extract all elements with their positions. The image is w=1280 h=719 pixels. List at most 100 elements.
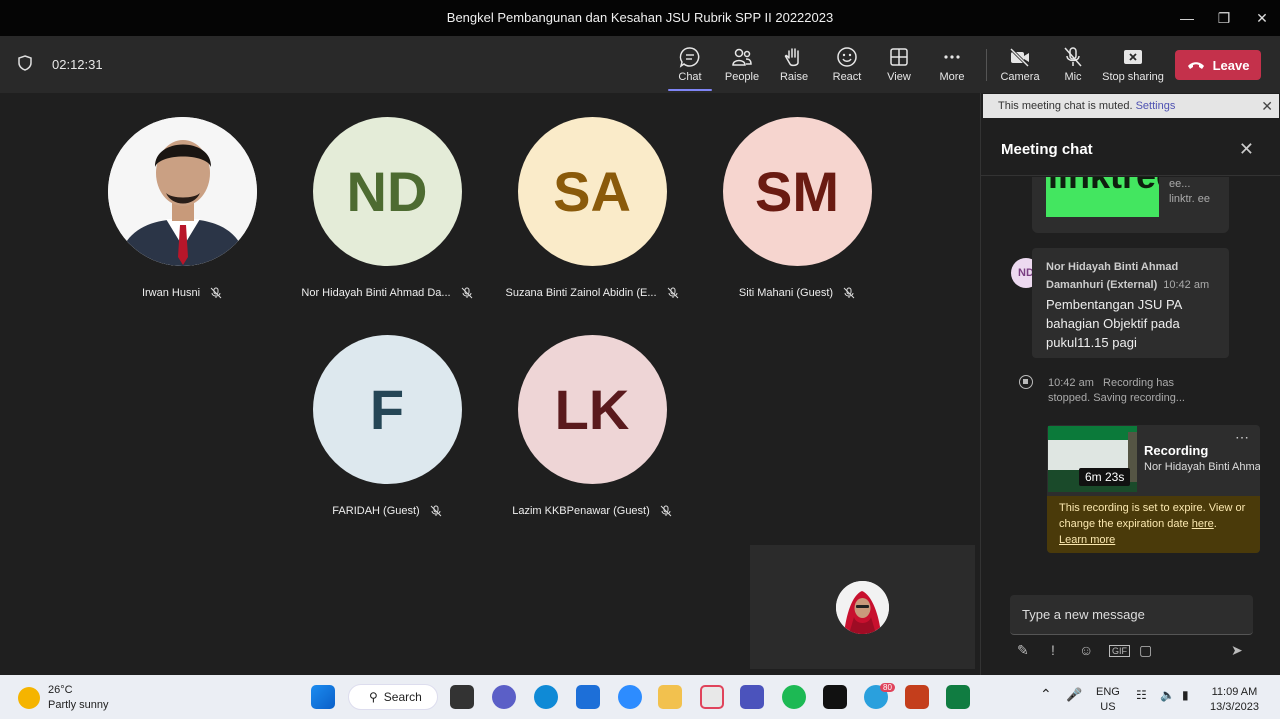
stop-sharing-button[interactable]: Stop sharing — [1100, 36, 1166, 93]
here-link[interactable]: here — [1192, 518, 1214, 530]
camera-button[interactable]: Camera — [994, 36, 1046, 93]
view-label: View — [887, 71, 911, 83]
close-window-button[interactable]: ✕ — [1247, 6, 1277, 30]
recording-title: Recording — [1144, 443, 1209, 458]
participant-name: Irwan Husni — [141, 287, 201, 299]
grid-icon — [890, 48, 908, 66]
speaker-icon[interactable]: 🔈 — [1160, 688, 1175, 703]
person-photo-icon — [836, 581, 889, 634]
mic-button[interactable]: Mic — [1047, 36, 1099, 93]
participant-tile[interactable]: LK Lazim KKBPenawar (Guest) — [492, 335, 692, 517]
participant-photo — [107, 117, 257, 266]
react-button[interactable]: React — [821, 36, 873, 93]
excel-icon[interactable] — [946, 685, 970, 709]
divider — [981, 175, 1280, 176]
battery-icon[interactable]: ▮ — [1182, 688, 1189, 703]
close-chat-icon[interactable]: ✕ — [1239, 139, 1254, 160]
emoji-icon[interactable]: ☺ — [1079, 642, 1093, 658]
weather-widget[interactable]: 26°C Partly sunny — [18, 683, 109, 713]
file-explorer-icon[interactable] — [658, 685, 682, 709]
message-time: 10:42 am — [1163, 279, 1210, 291]
teams-icon[interactable] — [740, 685, 764, 709]
mic-muted-icon[interactable]: 🎤 — [1066, 687, 1082, 702]
weather-desc: Partly sunny — [48, 699, 109, 711]
weather-temp: 26°C — [48, 684, 73, 696]
learn-more-link[interactable]: Learn more — [1059, 534, 1115, 546]
send-icon[interactable]: ➤ — [1231, 642, 1243, 659]
search-label: Search — [383, 690, 422, 704]
teams-chat-icon[interactable] — [492, 685, 516, 709]
message-input[interactable]: Type a new message — [1010, 595, 1253, 635]
self-view[interactable] — [750, 545, 975, 669]
chat-header: Meeting chat — [1001, 141, 1093, 158]
participant-tile[interactable]: ND Nor Hidayah Binti Ahmad Da... — [287, 117, 487, 299]
sticker-icon[interactable]: ▢ — [1139, 642, 1152, 659]
participant-tile[interactable]: F FARIDAH (Guest) — [287, 335, 487, 517]
participant-name: Lazim KKBPenawar (Guest) — [512, 505, 650, 517]
keyboard-layout: US — [1100, 701, 1116, 713]
format-icon[interactable]: ✎ — [1017, 642, 1029, 659]
chat-button[interactable]: Chat — [664, 36, 716, 93]
edge-icon[interactable] — [534, 685, 558, 709]
chat-label: Chat — [678, 71, 702, 83]
participant-name: Nor Hidayah Binti Ahmad Da... — [301, 287, 451, 299]
zoom-icon[interactable] — [618, 685, 642, 709]
settings-link[interactable]: Settings — [1136, 100, 1176, 112]
phone-hangup-icon — [1187, 62, 1204, 69]
people-label: People — [724, 71, 760, 83]
link-preview-text: ee... linktr. ee — [1169, 178, 1210, 205]
participant-tile[interactable]: Irwan Husni — [82, 117, 282, 299]
store-icon[interactable] — [576, 685, 600, 709]
wifi-icon[interactable]: ☷ — [1136, 688, 1147, 703]
search-icon: ⚲ — [369, 690, 378, 704]
language-code: ENG — [1096, 686, 1120, 698]
partly-sunny-icon — [18, 687, 40, 709]
participant-name-row: FARIDAH (Guest) — [287, 505, 487, 517]
participant-name: Siti Mahani (Guest) — [738, 287, 834, 299]
participant-name-row: Irwan Husni — [82, 287, 282, 299]
clock[interactable]: 11:09 AM 13/3/2023 — [1210, 685, 1259, 715]
dismiss-banner-icon[interactable]: ✕ — [1261, 98, 1273, 115]
raise-label: Raise — [779, 71, 809, 83]
chevron-up-icon[interactable]: ⌃ — [1040, 687, 1052, 702]
muted-banner: This meeting chat is muted. Settings ✕ — [983, 94, 1279, 118]
link-preview-image-text: linktree — [1048, 177, 1159, 197]
leave-button[interactable]: Leave — [1175, 50, 1261, 80]
language-indicator[interactable]: ENG US — [1096, 685, 1120, 715]
link-preview-card[interactable]: linktree ee... linktr. ee — [1032, 177, 1229, 233]
more-button[interactable]: More — [926, 36, 978, 93]
task-view-icon[interactable] — [450, 685, 474, 709]
maximize-button[interactable]: ❐ — [1209, 6, 1239, 30]
mic-muted-icon — [210, 287, 222, 299]
participant-tile[interactable]: SM Siti Mahani (Guest) — [697, 117, 897, 299]
more-label: More — [939, 71, 965, 83]
priority-icon[interactable]: ! — [1051, 642, 1055, 658]
powerpoint-icon[interactable] — [905, 685, 929, 709]
chat-icon — [679, 47, 700, 68]
minimize-button[interactable]: — — [1172, 6, 1202, 30]
title-bar: Bengkel Pembangunan dan Kesahan JSU Rubr… — [0, 0, 1280, 36]
snipping-tool-icon[interactable] — [700, 685, 724, 709]
participant-name-row: Siti Mahani (Guest) — [697, 287, 897, 299]
spotify-icon[interactable] — [782, 685, 806, 709]
camera-label: Camera — [1000, 71, 1040, 83]
chat-panel: This meeting chat is muted. Settings ✕ M… — [980, 93, 1280, 675]
participant-tile[interactable]: SA Suzana Binti Zainol Abidin (E... — [492, 117, 692, 299]
chat-message[interactable]: Nor Hidayah Binti Ahmad Damanhuri (Exter… — [1032, 248, 1229, 358]
people-button[interactable]: People — [716, 36, 768, 93]
participant-name-row: Lazim KKBPenawar (Guest) — [492, 505, 692, 517]
message-body: Pembentangan JSU PA bahagian Objektif pa… — [1046, 297, 1182, 350]
raise-hand-button[interactable]: Raise — [768, 36, 820, 93]
webex-icon[interactable] — [823, 685, 847, 709]
more-options-icon[interactable]: ⋯ — [1235, 429, 1250, 446]
participant-avatar: SA — [517, 117, 667, 266]
search-box[interactable]: ⚲ Search — [348, 684, 438, 710]
view-button[interactable]: View — [873, 36, 925, 93]
muted-notice: This meeting chat is muted. — [998, 100, 1133, 112]
gif-icon[interactable]: GIF — [1109, 645, 1130, 657]
start-icon[interactable] — [311, 685, 335, 709]
participant-avatar: SM — [722, 117, 872, 266]
mic-label: Mic — [1064, 71, 1082, 83]
recording-card[interactable]: 6m 23s Recording Nor Hidayah Binti Ahma.… — [1047, 425, 1260, 553]
participant-name-row: Nor Hidayah Binti Ahmad Da... — [287, 287, 487, 299]
